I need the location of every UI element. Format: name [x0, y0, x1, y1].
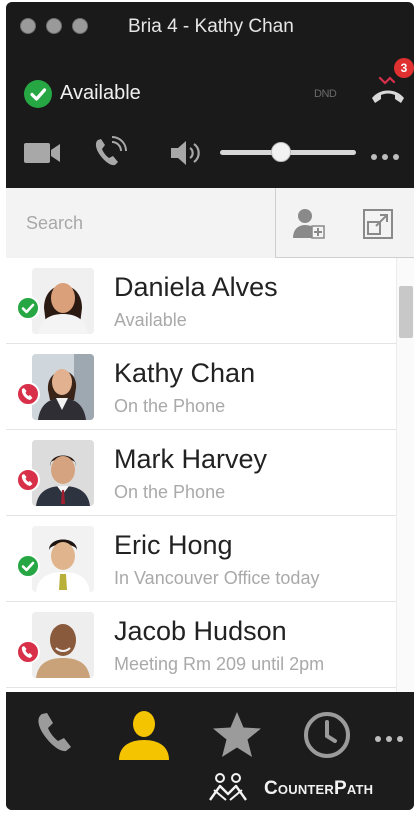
video-icon[interactable]: [22, 138, 62, 173]
avatar: [32, 526, 94, 592]
contacts-list: Daniela Alves Available Kathy Chan On th…: [6, 258, 414, 692]
window-title: Bria 4 - Kathy Chan: [128, 16, 294, 37]
volume-slider-thumb[interactable]: [271, 142, 292, 162]
contact-name: Eric Hong: [114, 530, 233, 560]
phone-tab-icon[interactable]: [32, 710, 80, 763]
minimize-window-button[interactable]: [46, 18, 62, 34]
on-phone-presence-icon: [16, 382, 40, 406]
contact-row[interactable]: Kathy Chan On the Phone: [6, 344, 396, 430]
on-phone-presence-icon: [16, 640, 40, 664]
contact-status: Meeting Rm 209 until 2pm: [114, 654, 325, 674]
more-options-icon[interactable]: [370, 148, 400, 166]
contact-row[interactable]: Eric Hong In Vancouver Office today: [6, 516, 396, 602]
avatar: [32, 440, 94, 506]
search-input[interactable]: [6, 188, 276, 258]
dnd-label[interactable]: DND: [314, 88, 337, 100]
popout-icon[interactable]: [362, 208, 394, 245]
contact-row[interactable]: Jacob Hudson Meeting Rm 209 until 2pm: [6, 602, 396, 688]
avatar: [32, 354, 94, 420]
on-phone-presence-icon: [16, 468, 40, 492]
contact-name: Jacob Hudson: [114, 616, 287, 646]
scrollbar-thumb[interactable]: [399, 286, 413, 338]
title-bar: Bria 4 - Kathy Chan: [6, 2, 414, 52]
history-tab-icon[interactable]: [302, 710, 352, 765]
contact-name: Kathy Chan: [114, 358, 256, 388]
contact-status: In Vancouver Office today: [114, 568, 320, 588]
contact-name: Mark Harvey: [114, 444, 268, 474]
search-bar: [6, 188, 414, 258]
contacts-tab-icon[interactable]: [116, 708, 172, 767]
available-presence-icon: [16, 296, 40, 320]
contact-row[interactable]: Mark Harvey On the Phone: [6, 430, 396, 516]
presence-status-label[interactable]: Available: [60, 82, 141, 105]
contact-name: Daniela Alves: [114, 272, 278, 302]
contact-row[interactable]: Daniela Alves Available: [6, 258, 396, 344]
favorites-tab-icon[interactable]: [210, 710, 264, 765]
contact-status: Available: [114, 310, 187, 330]
missed-calls-badge: 3: [394, 58, 414, 78]
avatar: [32, 268, 94, 334]
more-tabs-icon[interactable]: [374, 730, 404, 748]
call-icon[interactable]: [92, 136, 128, 175]
avatar: [32, 612, 94, 678]
bottom-tab-bar: CounterPath: [6, 692, 414, 810]
add-contact-icon[interactable]: [292, 206, 326, 245]
contact-status: On the Phone: [114, 482, 226, 502]
close-window-button[interactable]: [20, 18, 36, 34]
counterpath-logo-icon: [206, 772, 258, 807]
brand-name: CounterPath: [264, 778, 374, 799]
available-presence-icon: [16, 554, 40, 578]
contacts-scrollbar[interactable]: [396, 258, 414, 692]
zoom-window-button[interactable]: [72, 18, 88, 34]
app-window: Bria 4 - Kathy Chan Available DND 3 Sear…: [6, 2, 414, 810]
available-status-icon[interactable]: [24, 80, 52, 108]
contact-status: On the Phone: [114, 396, 226, 416]
speaker-icon[interactable]: [168, 138, 208, 173]
